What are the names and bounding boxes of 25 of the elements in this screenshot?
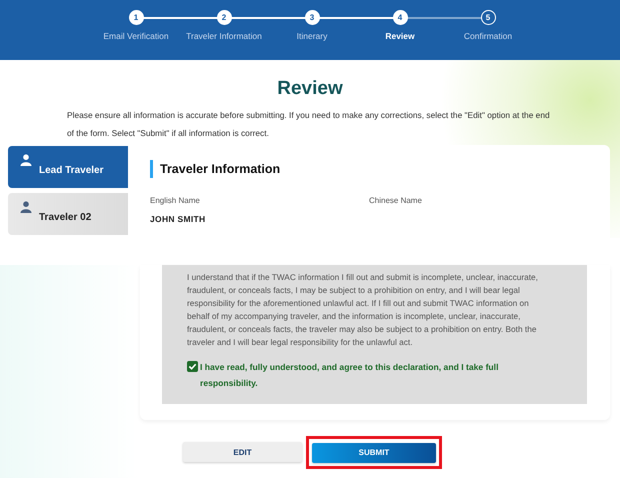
step-label: Email Verification — [103, 31, 169, 41]
field-label: Chinese Name — [369, 196, 423, 205]
agree-checkbox[interactable] — [187, 361, 198, 372]
step-number: 4 — [392, 10, 408, 25]
step-label: Itinerary — [296, 31, 328, 41]
step-number: 5 — [480, 10, 496, 25]
edit-button[interactable]: EDIT — [183, 442, 302, 462]
section-title: Traveler Information — [150, 160, 588, 178]
person-icon — [20, 201, 32, 213]
submit-button[interactable]: SUBMIT — [312, 442, 436, 462]
step-number: 2 — [216, 10, 232, 25]
traveler-tab[interactable]: Lead Traveler — [8, 146, 128, 188]
step-label: Confirmation — [464, 31, 512, 41]
person-icon — [20, 154, 32, 166]
field-label: English Name — [150, 196, 201, 205]
intro-text: Please ensure all information is accurate before submitting. If you need to make any corrections, select the "Edit" option at the end of the form. Select "Submit" if all information is correct. — [67, 109, 551, 140]
step-label: Traveler Information — [186, 31, 262, 41]
step-number: 1 — [128, 10, 144, 25]
traveler-tab[interactable]: Traveler 02 — [8, 193, 128, 235]
declaration-text: I understand that if the TWAC information I fill out and submit is incomplete, unclear, inaccurate, fraudulent, or conceals facts, I may be subject to a prohibition on entry, and I will bear legal responsibility for the aforementioned unlawful act. If I fill out and submit TWAC information on behalf of my accompanying traveler, and the information is incomplete, unclear, inaccurate, fraudulent, or conceals facts, the traveler may also be subject to a prohibition on entry. Both the traveler and I will bear legal responsibility for the unlawful act. — [187, 271, 539, 349]
agreement-text: I have read, fully understood, and agree to this declaration, and I take full responsibility. — [200, 361, 500, 390]
page-title: Review — [276, 78, 344, 100]
step-number: 3 — [304, 10, 320, 25]
step-label: Review — [385, 31, 415, 41]
field-value: JOHN SMITH — [150, 214, 206, 224]
